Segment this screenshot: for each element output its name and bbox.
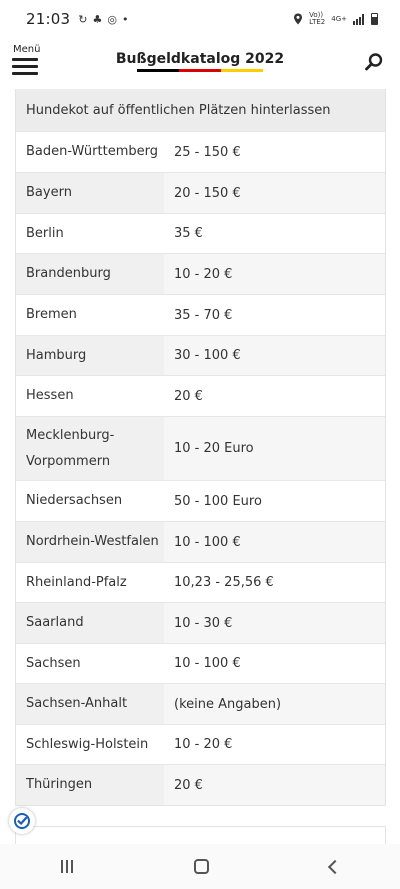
fine-cell: 25 - 150 €: [174, 144, 241, 160]
state-cell: Hamburg: [16, 336, 164, 375]
table-row: Berlin 35 €: [16, 213, 385, 253]
fine-cell: 10 - 20 Euro: [164, 417, 385, 480]
state-cell: Hessen: [16, 376, 164, 416]
search-icon[interactable]: [364, 52, 384, 72]
state-cell: Bayern: [16, 173, 164, 213]
privacy-shield-button[interactable]: [9, 808, 35, 834]
location-icon: [294, 13, 303, 25]
state-cell: Baden-Württemberg: [16, 132, 164, 172]
fine-cell: 30 - 100 €: [164, 336, 385, 375]
signal-icon: [353, 13, 364, 25]
status-notification-icons: ↻ ♣ ◎ •: [78, 13, 128, 26]
status-system-icons: Vo)) LTE2 4G+: [293, 12, 378, 26]
table-row: Schleswig-Holstein 10 - 20 €: [16, 724, 385, 764]
state-cell: Nordrhein-Westfalen: [16, 522, 164, 562]
fine-cell: 10 - 20 €: [164, 254, 385, 294]
status-time: 21:03: [26, 10, 71, 28]
fine-cell: 10 - 30 €: [164, 603, 385, 643]
more-notifications-dot-icon: •: [121, 12, 129, 26]
table-row: Nordrhein-Westfalen 10 - 100 €: [16, 521, 385, 562]
table-row: Baden-Württemberg 25 - 150 €: [16, 131, 385, 172]
network-type-label: 4G+: [331, 14, 347, 23]
state-cell: Bremen: [16, 295, 164, 335]
next-content-card: [15, 826, 386, 844]
state-cell: Rheinland-Pfalz: [16, 563, 164, 602]
table-row: Niedersachsen 50 - 100 Euro: [16, 480, 385, 521]
table-row: Mecklenburg- Vorpommern 10 - 20 Euro: [16, 416, 385, 480]
state-cell: Saarland: [16, 603, 164, 643]
table-body: Baden-Württemberg 25 - 150 € Bayern 20 - 15…: [16, 131, 385, 805]
table-row: Rheinland-Pfalz 10,23 - 25,56 €: [16, 562, 385, 602]
state-cell: Niedersachsen: [16, 481, 164, 521]
fine-cell: 50 - 100 Euro: [174, 493, 262, 509]
site-title: Bußgeldkatalog 2022: [115, 51, 285, 67]
state-cell: Sachsen-Anhalt: [16, 684, 164, 724]
table-row: Thüringen 20 €: [16, 764, 385, 805]
table-row: Brandenburg 10 - 20 €: [16, 253, 385, 294]
app-notification-icon: ♣: [92, 12, 103, 26]
fine-cell: 20 €: [164, 765, 385, 805]
state-cell: Schleswig-Holstein: [16, 725, 164, 764]
fine-cell: 20 - 150 €: [164, 173, 385, 213]
back-icon[interactable]: [327, 859, 342, 874]
home-icon[interactable]: [193, 859, 209, 874]
system-navigation-bar: [0, 844, 400, 889]
table-row: Bremen 35 - 70 €: [16, 294, 385, 335]
table-row: Hamburg 30 - 100 €: [16, 335, 385, 375]
app-notification-icon-2: ◎: [107, 12, 117, 26]
recent-apps-icon[interactable]: [60, 860, 73, 873]
state-cell: Thüringen: [16, 765, 164, 805]
battery-icon: [371, 13, 378, 25]
state-cell: Sachsen: [16, 644, 164, 683]
status-bar: 21:03 ↻ ♣ ◎ • Vo)) LTE2 4G+: [0, 0, 400, 38]
table-row: Saarland 10 - 30 €: [16, 602, 385, 643]
table-row: Sachsen-Anhalt (keine Angaben): [16, 683, 385, 724]
fine-cell: (keine Angaben): [164, 684, 385, 724]
fine-cell: 20 €: [174, 388, 203, 404]
fines-table: Hundekot auf öffentlichen Plätzen hinter…: [15, 89, 386, 806]
fine-cell: 10 - 100 €: [174, 656, 241, 671]
shield-check-icon: [14, 813, 30, 829]
fine-cell: 35 €: [174, 226, 203, 241]
table-heading: Hundekot auf öffentlichen Plätzen hinter…: [16, 89, 385, 131]
german-flag-stripe: [137, 69, 263, 72]
table-row: Sachsen 10 - 100 €: [16, 643, 385, 683]
state-cell: Berlin: [16, 214, 164, 253]
fine-cell: 10,23 - 25,56 €: [174, 575, 274, 590]
fine-cell: 35 - 70 €: [174, 307, 233, 323]
sync-icon: ↻: [78, 12, 88, 26]
table-row: Hessen 20 €: [16, 375, 385, 416]
table-row: Bayern 20 - 150 €: [16, 172, 385, 213]
fine-cell: 10 - 100 €: [164, 522, 385, 562]
app-header: Menü Bußgeldkatalog 2022: [0, 38, 400, 88]
fine-cell: 10 - 20 €: [174, 737, 233, 752]
state-cell: Mecklenburg- Vorpommern: [16, 417, 164, 480]
network-label: Vo)) LTE2: [309, 12, 325, 26]
state-cell: Brandenburg: [16, 254, 164, 294]
site-logo[interactable]: Bußgeldkatalog 2022: [0, 48, 400, 72]
lte-label: LTE2: [309, 18, 326, 26]
